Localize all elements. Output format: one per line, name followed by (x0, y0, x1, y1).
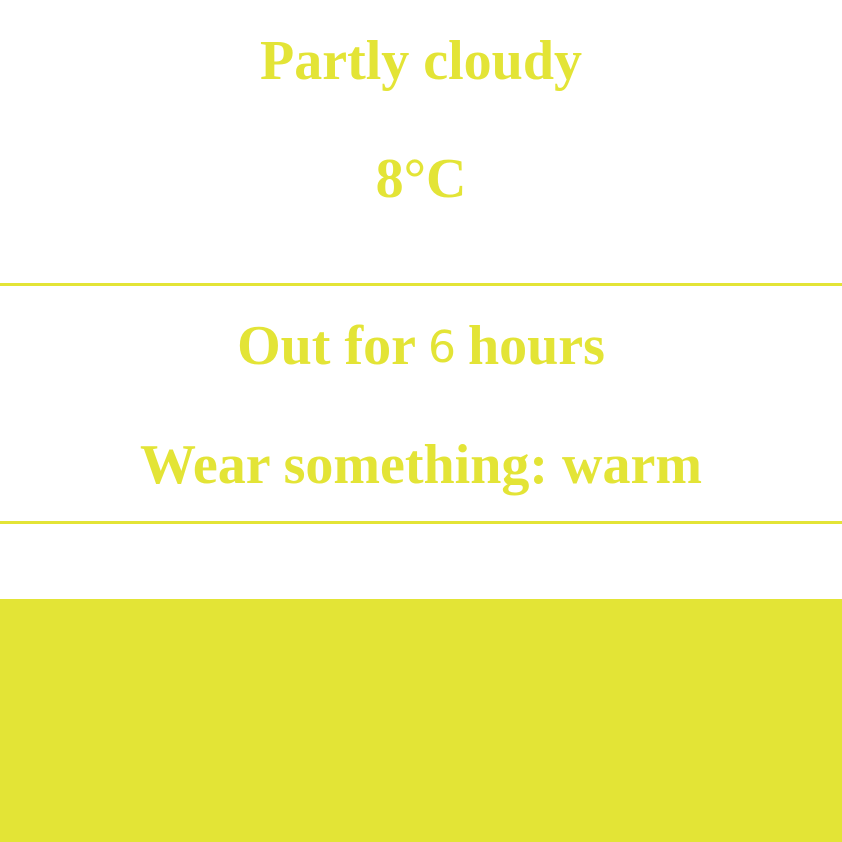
wear-value: warm (562, 434, 702, 496)
weather-condition: Partly cloudy (260, 30, 582, 92)
hours-value: 6 (427, 322, 456, 373)
hours-row: Out for 6 hours (0, 313, 842, 381)
divider-top (0, 283, 842, 286)
hours-prefix: Out for (237, 315, 416, 377)
hours-suffix: hours (467, 315, 605, 377)
wear-label: Wear something: (139, 434, 549, 496)
wear-row: Wear something: warm (0, 432, 842, 498)
temperature-readout: 8°C (375, 148, 467, 210)
footer-color-block (0, 599, 842, 842)
divider-bottom (0, 521, 842, 524)
